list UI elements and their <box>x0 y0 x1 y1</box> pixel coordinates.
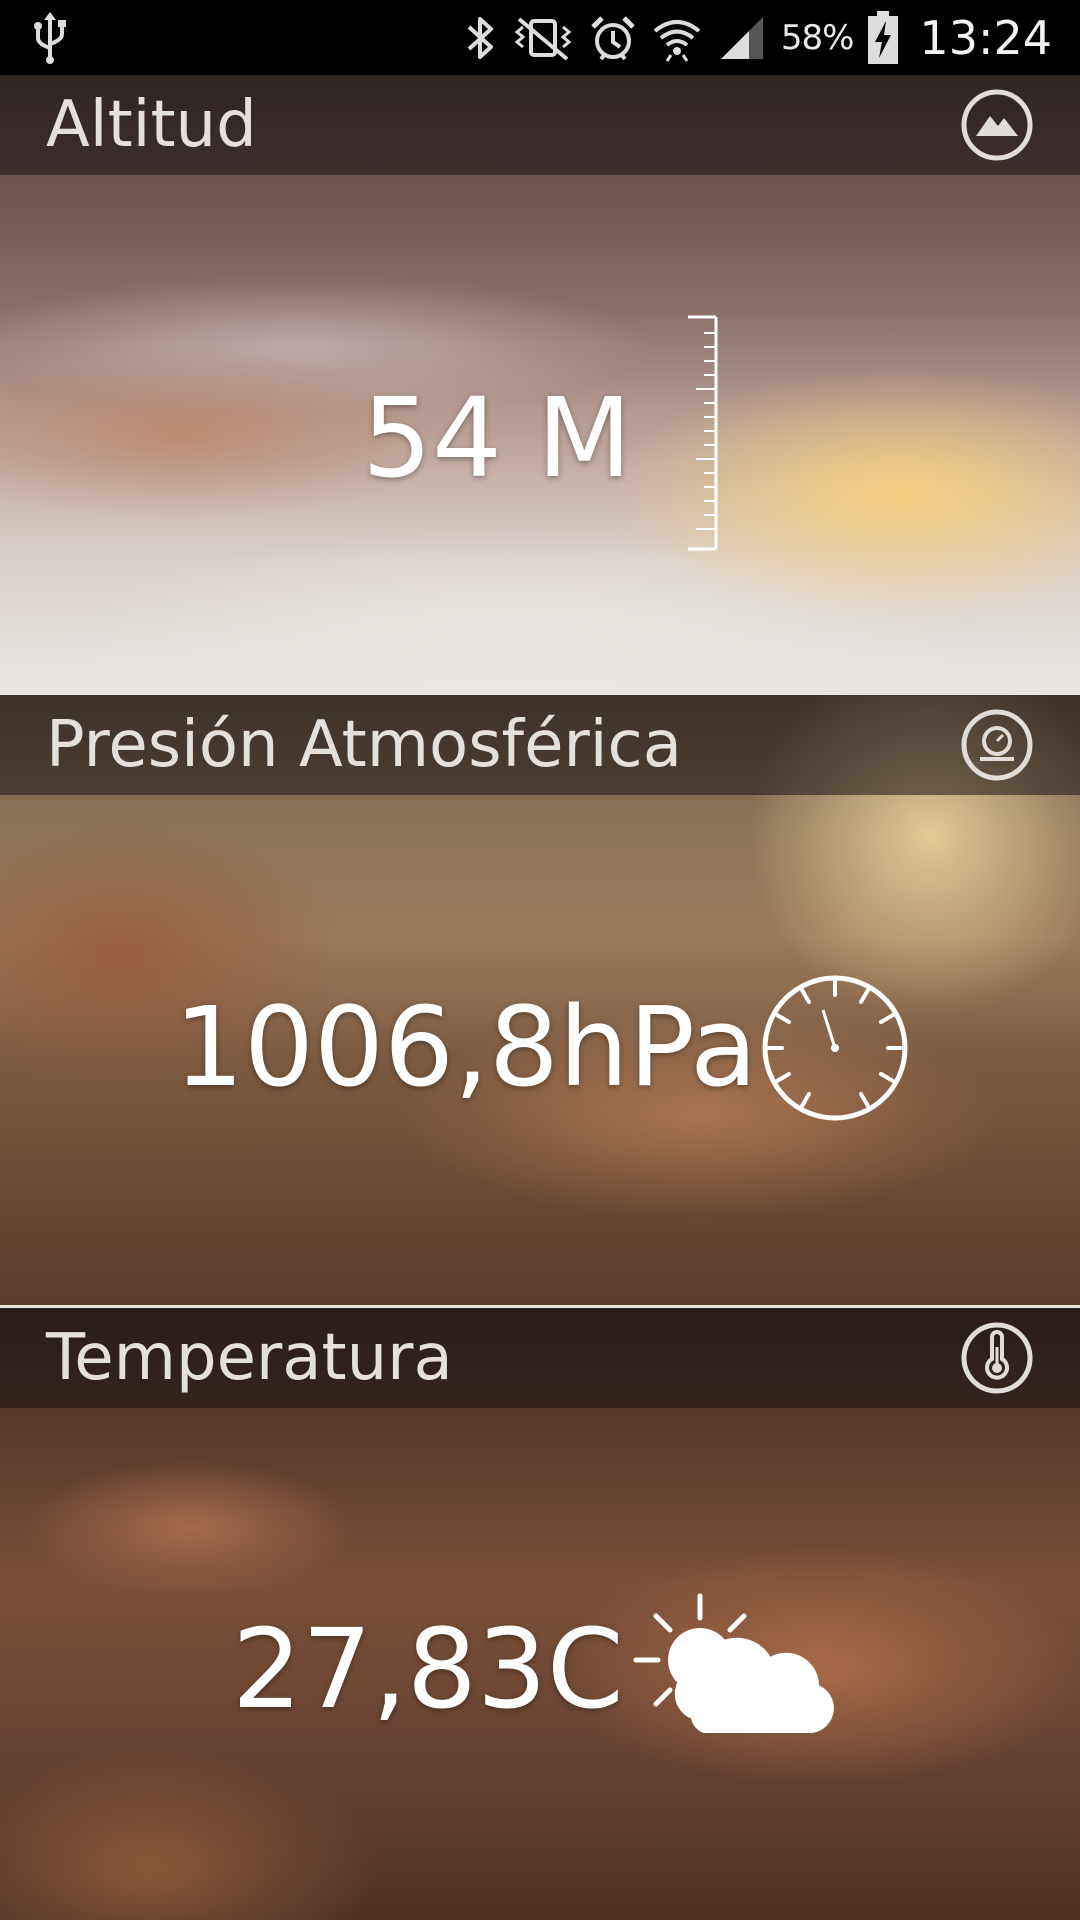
pressure-value: 1006,8hPa <box>174 983 758 1111</box>
thermometer-icon[interactable] <box>960 1321 1034 1395</box>
barometer-icon[interactable] <box>960 708 1034 782</box>
partly-cloudy-icon <box>633 1593 834 1733</box>
app-screen: 58% 13:24 Altitud 54 M Presión Atmosféri… <box>0 0 1080 1920</box>
temperature-value: 27,83C <box>232 1605 624 1733</box>
vibrate-icon <box>514 16 572 61</box>
temperature-header: Temperatura <box>0 1308 1080 1408</box>
wifi-icon <box>653 19 701 62</box>
altitude-title: Altitud <box>46 88 257 162</box>
gauge-icon <box>762 975 908 1121</box>
temperature-title: Temperatura <box>46 1321 453 1395</box>
signal-icon <box>720 16 763 59</box>
battery-charging-icon <box>868 10 899 64</box>
status-bar: 58% 13:24 <box>0 0 1080 75</box>
altitude-header: Altitud <box>0 75 1080 175</box>
clock: 13:24 <box>919 10 1052 65</box>
battery-percentage: 58% <box>780 17 855 58</box>
usb-icon <box>34 12 66 64</box>
pressure-panel[interactable]: Presión Atmosférica 1006,8hPa <box>0 695 1080 1305</box>
status-icons: 58% 13:24 <box>463 0 1052 75</box>
ruler-icon <box>688 315 718 551</box>
altitude-panel[interactable]: Altitud 54 M <box>0 75 1080 692</box>
pressure-title: Presión Atmosférica <box>46 708 682 782</box>
mountain-icon[interactable] <box>960 88 1034 162</box>
bluetooth-icon <box>467 16 493 59</box>
pressure-header: Presión Atmosférica <box>0 695 1080 795</box>
alarm-icon <box>591 15 635 60</box>
altitude-value: 54 M <box>362 374 632 502</box>
temperature-panel[interactable]: Temperatura 27,83C <box>0 1308 1080 1920</box>
